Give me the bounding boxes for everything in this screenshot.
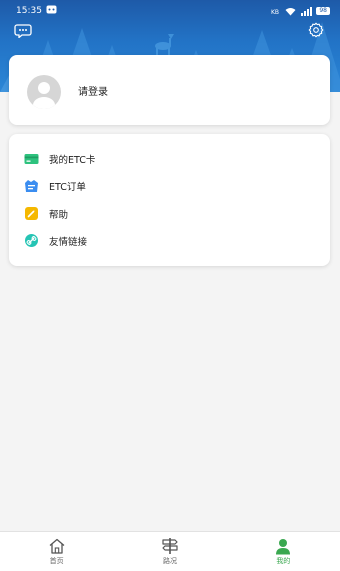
notification-icon xyxy=(46,5,57,17)
login-prompt[interactable]: 请登录 xyxy=(78,83,108,98)
menu-item-label: ETC订单 xyxy=(49,181,86,193)
menu-item-help[interactable]: 帮助 xyxy=(9,200,330,227)
battery-icon: 98 xyxy=(316,7,330,15)
profile-card[interactable]: 请登录 xyxy=(9,55,330,125)
data-speed-icon: KB xyxy=(271,7,281,15)
help-icon xyxy=(24,206,39,221)
road-sign-icon xyxy=(160,537,180,555)
settings-icon[interactable] xyxy=(308,22,324,38)
link-icon xyxy=(24,233,39,248)
menu-item-etc-card[interactable]: 我的ETC卡 xyxy=(9,145,330,172)
menu-item-label: 我的ETC卡 xyxy=(49,154,96,166)
default-avatar-icon xyxy=(33,82,55,109)
tab-road-conditions-label: 路况 xyxy=(162,557,177,565)
tab-home[interactable]: 首页 xyxy=(0,532,113,571)
person-icon xyxy=(273,537,293,555)
tab-mine-label: 我的 xyxy=(276,557,291,565)
tab-road-conditions[interactable]: 路况 xyxy=(113,532,226,571)
menu-item-label: 友情链接 xyxy=(49,236,88,248)
card-icon xyxy=(24,151,39,166)
tab-mine[interactable]: 我的 xyxy=(227,532,340,571)
menu-item-label: 帮助 xyxy=(49,209,69,221)
menu-item-etc-order[interactable]: ETC订单 xyxy=(9,172,330,199)
chat-icon[interactable] xyxy=(14,23,32,39)
status-time: 15:35 xyxy=(16,6,42,16)
wifi-icon xyxy=(285,7,296,16)
avatar[interactable] xyxy=(27,75,61,109)
status-bar: 15:35 KB 98 xyxy=(0,0,340,22)
menu-item-friendly-links[interactable]: 友情链接 xyxy=(9,227,330,254)
bottom-nav: 首页 路况 我的 xyxy=(0,531,340,571)
tab-home-label: 首页 xyxy=(49,557,64,565)
menu-card: 我的ETC卡 ETC订单 帮助 友情链接 xyxy=(9,134,330,266)
home-icon xyxy=(47,537,67,555)
header-bar xyxy=(0,20,340,40)
order-icon xyxy=(24,178,39,193)
signal-icon xyxy=(300,6,313,16)
svg-text:KB: KB xyxy=(271,9,279,15)
